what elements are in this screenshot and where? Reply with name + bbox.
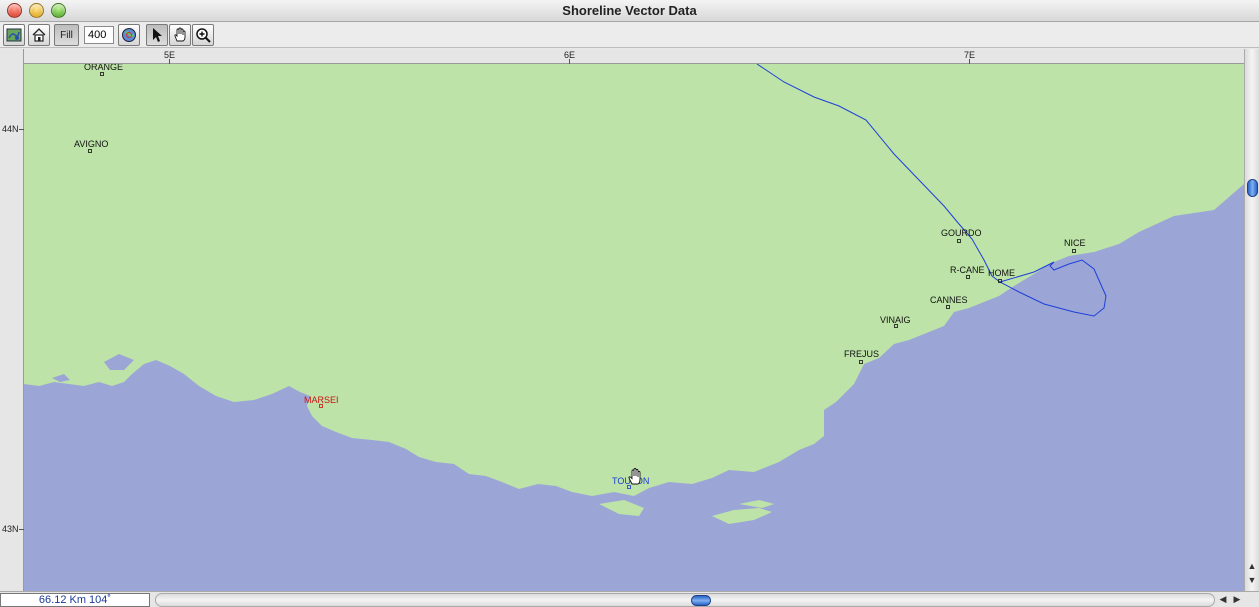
hand-pan-icon xyxy=(174,27,186,42)
city-label[interactable]: HOME xyxy=(988,268,1015,278)
city-label[interactable]: NICE xyxy=(1064,238,1086,248)
toolbar: Fill xyxy=(0,22,1259,48)
latitude-tick-label: 43N xyxy=(2,524,19,534)
latitude-tick-label: 44N xyxy=(2,124,19,134)
longitude-tick-label: 5E xyxy=(164,50,176,60)
city-label[interactable]: MARSEI xyxy=(304,395,339,405)
home-button[interactable] xyxy=(28,24,50,46)
longitude-tick-label: 6E xyxy=(564,50,576,60)
longitude-ruler: 5E 6E 7E xyxy=(24,49,1244,64)
city-label[interactable]: GOURDO xyxy=(941,228,982,238)
pan-tool-button[interactable] xyxy=(169,24,191,46)
city-label[interactable]: VINAIG xyxy=(880,315,911,325)
refresh-map-button[interactable] xyxy=(3,24,25,46)
horizontal-scroll-thumb[interactable] xyxy=(691,595,711,606)
arrow-pointer-icon xyxy=(153,28,162,42)
distance-bearing-readout: 66.12 Km 104˚ xyxy=(0,593,150,607)
zoom-tool-button[interactable] xyxy=(192,24,214,46)
longitude-tick-label: 7E xyxy=(964,50,976,60)
vertical-scrollbar[interactable]: ▲ ▼ xyxy=(1244,49,1259,591)
city-label[interactable]: FREJUS xyxy=(844,349,879,359)
city-label[interactable]: AVIGNO xyxy=(74,139,108,149)
status-bar: 66.12 Km 104˚ ◀ ▶ xyxy=(0,591,1259,607)
scroll-left-arrow[interactable]: ◀ xyxy=(1217,594,1229,605)
zoom-in-icon xyxy=(196,28,211,43)
globe-button[interactable] xyxy=(118,24,140,46)
map-svg[interactable]: ORANGEAVIGNOMARSEITOULONFREJUSVINAIGCANN… xyxy=(24,64,1244,591)
latitude-ruler: 44N 43N xyxy=(0,49,24,591)
title-bar: Shoreline Vector Data xyxy=(0,0,1259,22)
city-label[interactable]: ORANGE xyxy=(84,64,123,72)
fill-button[interactable]: Fill xyxy=(54,24,79,46)
scroll-right-arrow[interactable]: ▶ xyxy=(1231,594,1243,605)
city-label[interactable]: CANNES xyxy=(930,295,968,305)
window-title: Shoreline Vector Data xyxy=(562,3,697,18)
home-icon xyxy=(32,28,46,42)
map-canvas[interactable]: ORANGEAVIGNOMARSEITOULONFREJUSVINAIGCANN… xyxy=(24,64,1244,591)
scroll-down-arrow[interactable]: ▼ xyxy=(1245,575,1259,588)
globe-icon xyxy=(122,28,136,42)
horizontal-scrollbar[interactable] xyxy=(155,593,1215,607)
scroll-up-arrow[interactable]: ▲ xyxy=(1245,561,1259,574)
refresh-map-icon xyxy=(6,28,22,42)
vertical-scroll-thumb[interactable] xyxy=(1247,179,1258,197)
pointer-tool-button[interactable] xyxy=(146,24,168,46)
scale-input[interactable] xyxy=(84,26,114,44)
city-label[interactable]: R-CANE xyxy=(950,265,985,275)
